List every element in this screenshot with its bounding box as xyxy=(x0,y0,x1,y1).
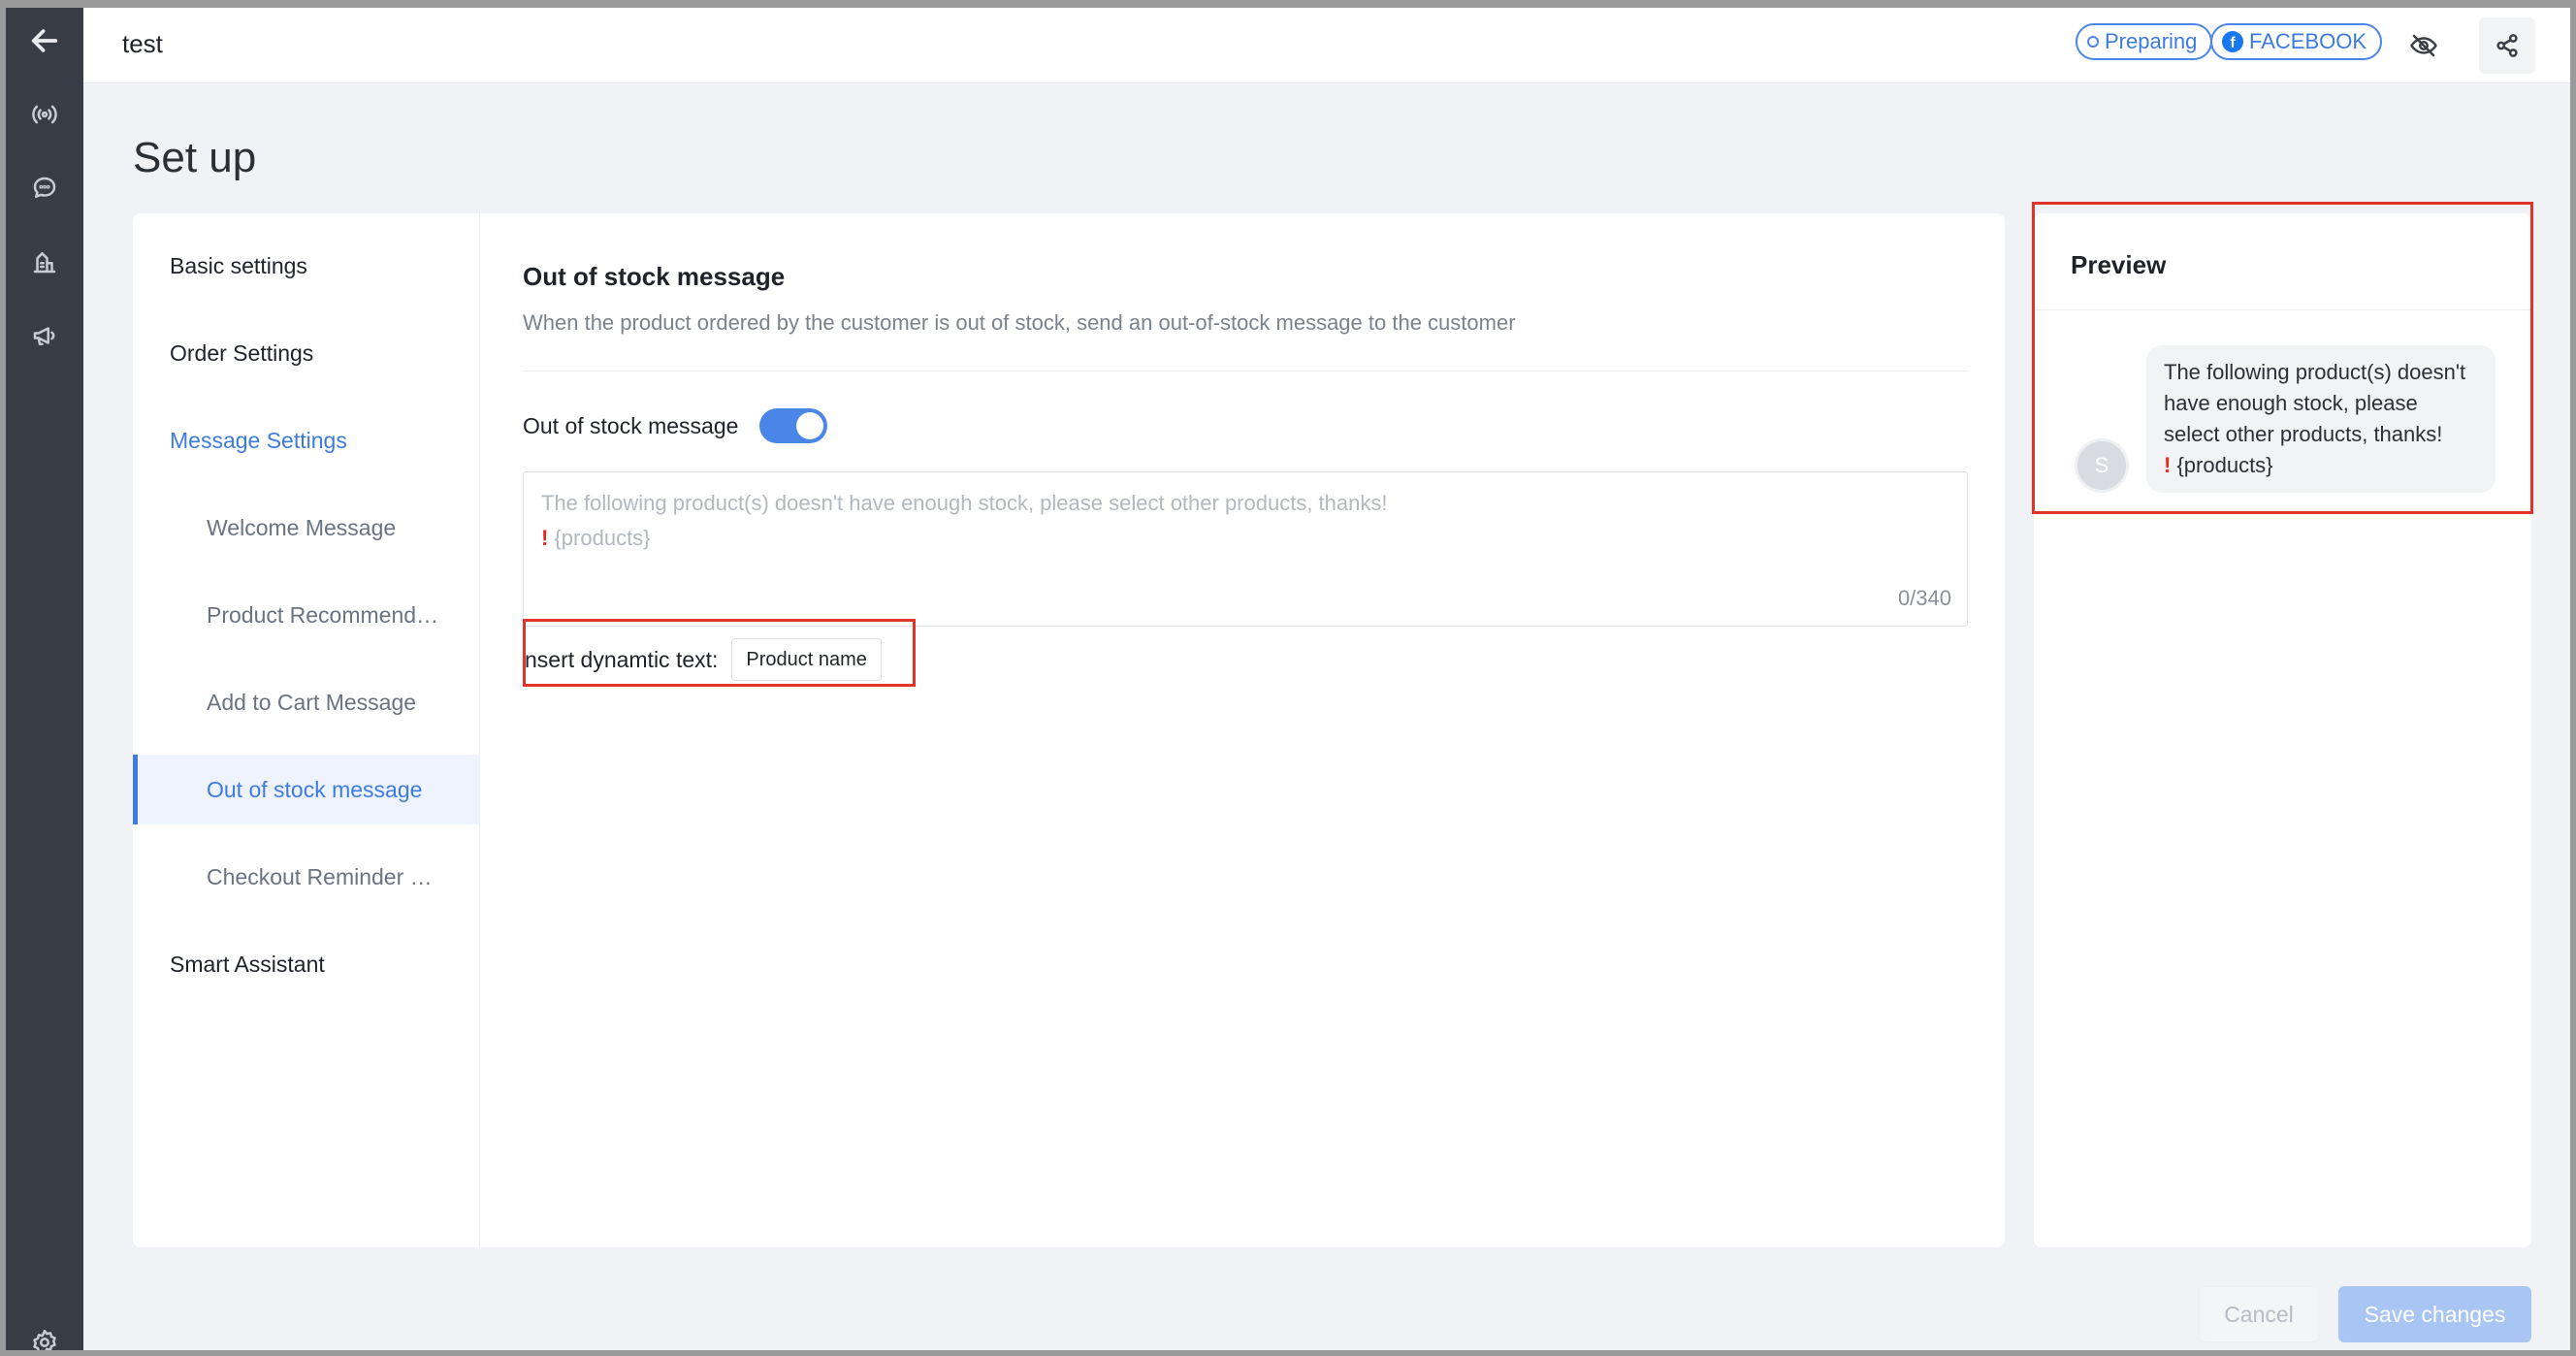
highlight-box-preview xyxy=(2032,202,2533,514)
exclamation-icon: ! xyxy=(541,526,549,550)
nav-message-settings[interactable]: Message Settings xyxy=(133,405,480,475)
section-description: When the product ordered by the customer… xyxy=(523,310,1516,335)
app-window: test Preparing f FACEBOOK Set up Basic s… xyxy=(6,8,2570,1350)
message-textarea[interactable]: The following product(s) doesn't have en… xyxy=(523,471,1968,627)
products-placeholder: {products} xyxy=(554,526,651,550)
nav-order-settings[interactable]: Order Settings xyxy=(133,318,480,388)
top-bar: test Preparing f FACEBOOK xyxy=(83,8,2570,83)
eye-off-icon xyxy=(2410,34,2437,57)
nav-out-of-stock-message[interactable]: Out of stock message xyxy=(133,755,480,824)
settings-card: Basic settings Order Settings Message Se… xyxy=(133,213,2005,1247)
facebook-icon: f xyxy=(2222,31,2243,52)
platform-badge-label: FACEBOOK xyxy=(2249,29,2367,53)
analytics-icon[interactable] xyxy=(6,233,83,291)
toggle-knob xyxy=(796,412,823,439)
save-changes-button[interactable]: Save changes xyxy=(2338,1286,2531,1342)
status-badge: Preparing xyxy=(2076,23,2213,60)
status-dot-icon xyxy=(2087,36,2099,48)
event-title: test xyxy=(122,29,163,58)
section-title: Out of stock message xyxy=(523,262,786,291)
nav-basic-settings[interactable]: Basic settings xyxy=(133,231,480,301)
share-icon xyxy=(2496,34,2518,57)
nav-product-recommendation[interactable]: Product Recommendation Message xyxy=(133,580,480,650)
textarea-placeholder-line1: The following product(s) doesn't have en… xyxy=(541,491,1388,515)
settings-gear-icon[interactable] xyxy=(6,1313,83,1350)
hide-preview-button[interactable] xyxy=(2396,17,2452,74)
cancel-button[interactable]: Cancel xyxy=(2199,1286,2319,1342)
platform-badge: f FACEBOOK xyxy=(2210,23,2383,60)
status-badge-label: Preparing xyxy=(2105,29,2198,53)
highlight-box-insert xyxy=(523,619,916,687)
nav-add-to-cart-message[interactable]: Add to Cart Message xyxy=(133,667,480,737)
toggle-label: Out of stock message xyxy=(523,413,739,438)
textarea-placeholder-line2: ! {products} xyxy=(541,521,1949,556)
out-of-stock-toggle[interactable] xyxy=(759,408,827,443)
nav-smart-assistant[interactable]: Smart Assistant xyxy=(133,929,480,999)
chat-bubble-icon[interactable] xyxy=(6,159,83,217)
settings-nav: Basic settings Order Settings Message Se… xyxy=(133,213,480,1247)
back-arrow-icon[interactable] xyxy=(6,12,83,70)
page-title: Set up xyxy=(133,134,257,181)
megaphone-icon[interactable] xyxy=(6,307,83,365)
nav-checkout-reminder[interactable]: Checkout Reminder Message xyxy=(133,842,480,912)
left-rail xyxy=(6,8,83,1350)
character-counter: 0/340 xyxy=(1897,586,1951,610)
share-button[interactable] xyxy=(2479,17,2535,74)
live-broadcast-icon[interactable] xyxy=(6,85,83,144)
nav-welcome-message[interactable]: Welcome Message xyxy=(133,493,480,563)
